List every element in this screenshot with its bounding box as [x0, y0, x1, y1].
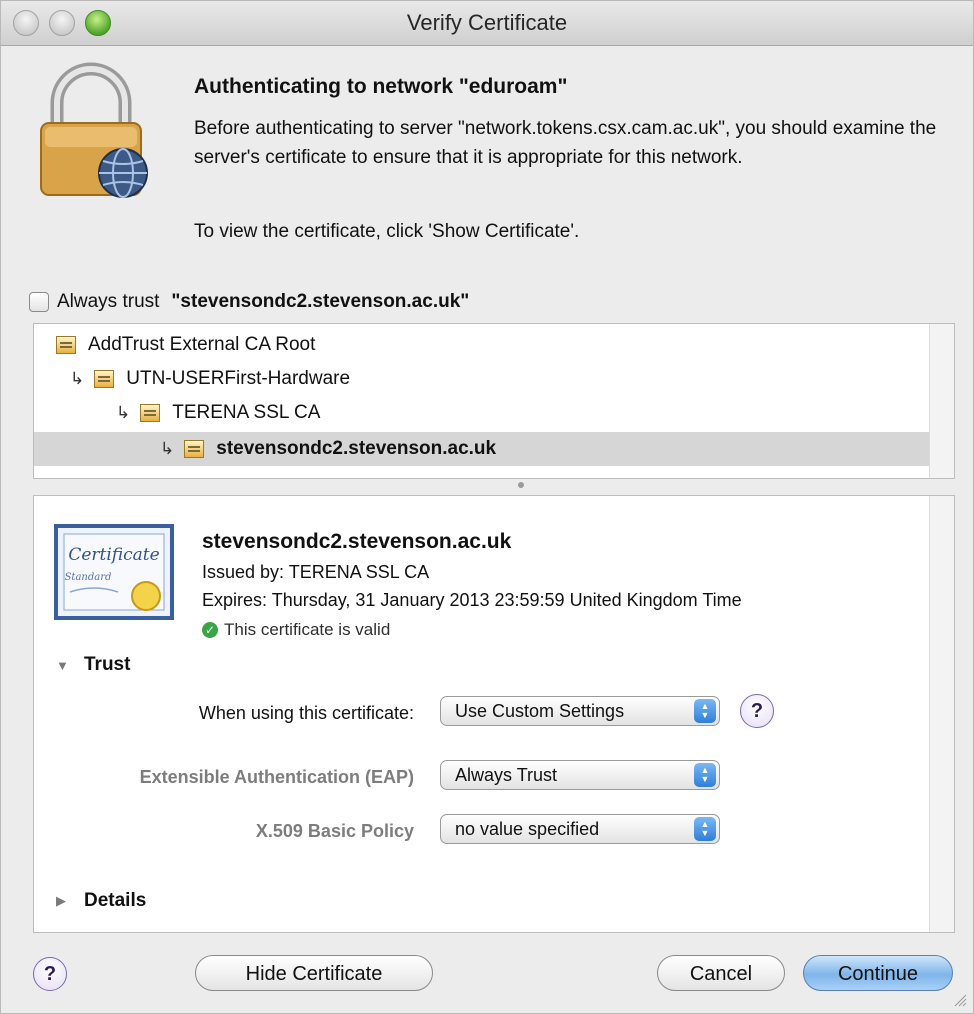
when-using-label: When using this certificate: — [198, 703, 414, 723]
child-arrow-icon: ↳ — [116, 403, 131, 422]
dialog-description: Before authenticating to server "network… — [194, 118, 937, 168]
details-section-label: Details — [84, 890, 147, 911]
certificate-graphic-text: Certificate — [68, 545, 159, 565]
child-arrow-icon: ↳ — [160, 439, 175, 458]
hide-certificate-button[interactable]: Hide Certificate — [195, 955, 433, 991]
chain-item-intermediate-1[interactable]: ↳ UTN-USERFirst-Hardware — [34, 362, 350, 396]
pane-splitter[interactable] — [33, 479, 955, 495]
certificate-issuer: Issued by: TERENA SSL CA — [202, 562, 430, 582]
chain-item-label: UTN-USERFirst-Hardware — [126, 368, 351, 389]
eap-select[interactable]: Always Trust ▲ ▼ — [440, 760, 720, 790]
certificate-status: ✓ This certificate is valid — [202, 620, 390, 640]
title-bar: Verify Certificate — [1, 1, 973, 46]
dialog-help-button[interactable]: ? — [33, 957, 67, 991]
certificate-chain-list: AddTrust External CA Root ↳ UTN-USERFirs… — [33, 323, 955, 479]
when-using-value: Use Custom Settings — [455, 700, 625, 721]
when-using-select[interactable]: Use Custom Settings ▲ ▼ — [440, 696, 720, 726]
eap-value: Always Trust — [455, 764, 558, 785]
verify-certificate-window: Verify Certificate Authenticating to net… — [0, 0, 974, 1014]
popup-arrows-icon: ▲ ▼ — [694, 763, 716, 787]
child-arrow-icon: ↳ — [70, 369, 85, 388]
certificate-icon — [56, 336, 76, 354]
trust-help-button[interactable]: ? — [740, 694, 774, 728]
triangle-down-icon: ▼ — [56, 657, 69, 673]
certificate-icon — [140, 404, 161, 422]
chain-scrollbar[interactable] — [929, 324, 954, 478]
x509-label: X.509 Basic Policy — [255, 821, 414, 841]
certificate-status-text: This certificate is valid — [224, 620, 391, 639]
certificate-icon — [94, 370, 115, 388]
always-trust-label: Always trust — [57, 291, 160, 312]
dialog-heading: Authenticating to network "eduroam" — [194, 75, 568, 98]
window-title: Verify Certificate — [406, 10, 568, 35]
always-trust-row: Always trust "stevensondc2.stevenson.ac.… — [29, 289, 469, 315]
popup-arrows-icon: ▲ ▼ — [694, 699, 716, 723]
always-trust-checkbox[interactable] — [29, 292, 49, 312]
chain-item-selected[interactable]: ↳ stevensondc2.stevenson.ac.uk — [34, 432, 930, 466]
chain-item-label: stevensondc2.stevenson.ac.uk — [216, 438, 497, 459]
resize-grip-icon[interactable] — [953, 993, 967, 1007]
certificate-name: stevensondc2.stevenson.ac.uk — [202, 530, 512, 553]
trust-disclosure[interactable]: ▼ Trust — [56, 654, 130, 676]
trust-section-label: Trust — [84, 654, 131, 675]
certificate-graphic-icon: Certificate Standard — [54, 524, 174, 620]
certificate-icon — [184, 440, 205, 458]
details-disclosure[interactable]: ▶ Details — [56, 890, 146, 912]
detail-scrollbar[interactable] — [929, 496, 954, 932]
continue-button[interactable]: Continue — [803, 955, 953, 991]
certificate-detail-panel: Certificate Standard stevensondc2.steven… — [33, 495, 955, 933]
triangle-right-icon: ▶ — [56, 893, 66, 908]
checkmark-icon: ✓ — [202, 622, 218, 638]
certificate-expiry: Expires: Thursday, 31 January 2013 23:59… — [202, 590, 742, 610]
always-trust-domain: "stevensondc2.stevenson.ac.uk" — [171, 291, 470, 312]
padlock-icon — [40, 62, 148, 198]
popup-arrows-icon: ▲ ▼ — [694, 817, 716, 841]
chain-item-intermediate-2[interactable]: ↳ TERENA SSL CA — [34, 396, 320, 430]
chain-item-label: TERENA SSL CA — [172, 402, 321, 423]
eap-label: Extensible Authentication (EAP) — [139, 767, 414, 787]
certificate-graphic-subtext: Standard — [65, 572, 112, 583]
splitter-grip-icon — [518, 482, 524, 488]
chain-item-root[interactable]: AddTrust External CA Root — [34, 328, 315, 362]
cancel-button[interactable]: Cancel — [657, 955, 785, 991]
dialog-hint: To view the certificate, click 'Show Cer… — [194, 221, 580, 242]
x509-select[interactable]: no value specified ▲ ▼ — [440, 814, 720, 844]
x509-value: no value specified — [455, 818, 600, 839]
chain-item-label: AddTrust External CA Root — [88, 334, 316, 355]
